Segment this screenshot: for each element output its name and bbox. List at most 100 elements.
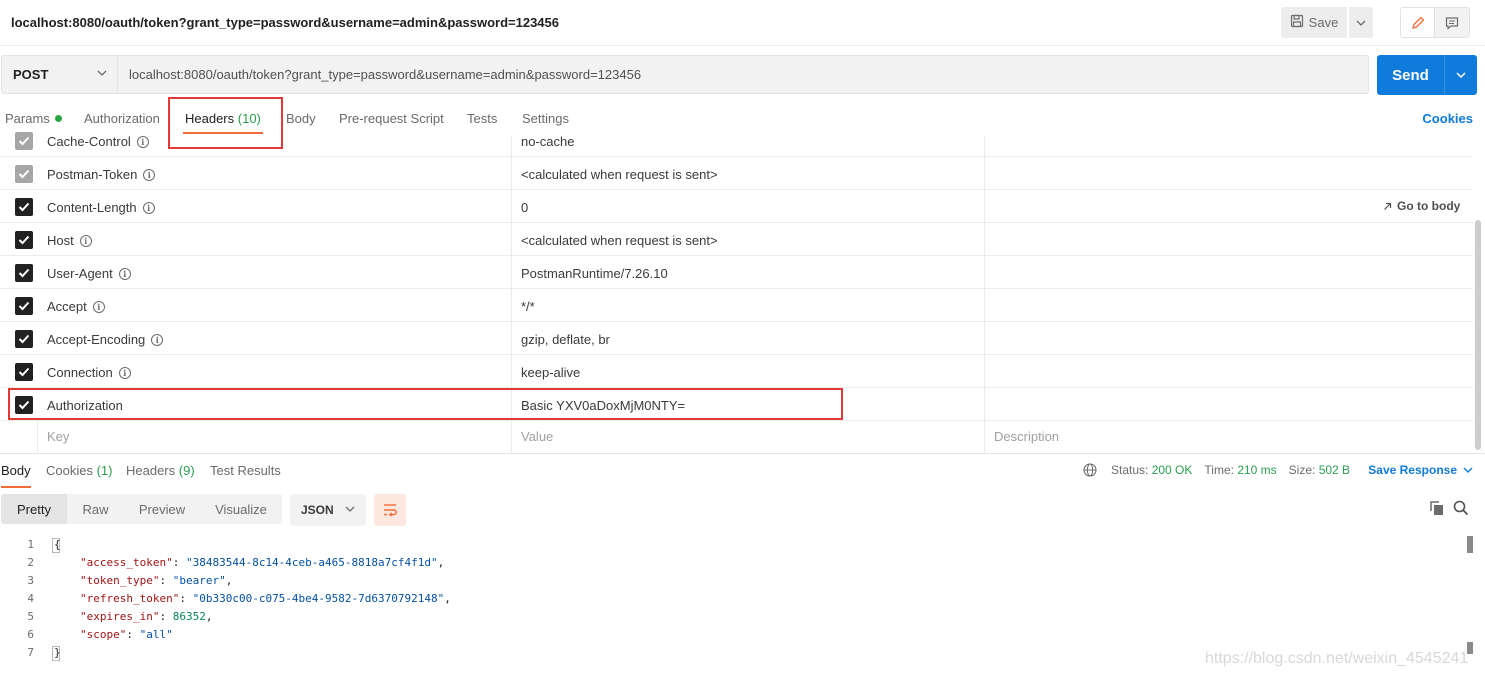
chevron-down-icon: [97, 70, 107, 76]
comments-button[interactable]: [1435, 8, 1469, 37]
tab-authorization[interactable]: Authorization: [84, 111, 160, 126]
response-tab-headers-label: Headers: [126, 463, 176, 478]
response-view-tabs: Pretty Raw Preview Visualize: [1, 494, 282, 524]
comment-icon: [1445, 16, 1459, 30]
row-checkbox[interactable]: [15, 264, 33, 282]
watermark: https://blog.csdn.net/weixin_4545241: [1205, 650, 1469, 667]
tab-params-label: Params: [5, 111, 50, 126]
response-tab-body[interactable]: Body: [1, 463, 31, 488]
header-key-text: Cache-Control: [47, 134, 131, 149]
row-checkbox[interactable]: [15, 297, 33, 315]
headers-scrollbar[interactable]: [1475, 220, 1481, 450]
header-value: <calculated when request is sent>: [521, 167, 718, 182]
request-title[interactable]: localhost:8080/oauth/token?grant_type=pa…: [11, 15, 559, 30]
save-options-button[interactable]: [1349, 7, 1373, 38]
tab-body[interactable]: Body: [286, 111, 316, 126]
row-checkbox[interactable]: [15, 363, 33, 381]
header-key-text: Content-Length: [47, 200, 137, 215]
table-row: User-Agent i PostmanRuntime/7.26.10: [0, 256, 1473, 289]
header-key-text: Host: [47, 233, 74, 248]
column-divider: [984, 135, 985, 453]
view-mode-group: [1400, 7, 1470, 38]
size-item[interactable]: Size: 502 B: [1289, 463, 1350, 477]
size-value: 502 B: [1318, 463, 1351, 477]
copy-icon[interactable]: [1429, 500, 1445, 519]
status-value: 200 OK: [1151, 463, 1193, 477]
row-checkbox[interactable]: [15, 231, 33, 249]
new-value-input[interactable]: Value: [521, 429, 553, 444]
line-number: 4: [27, 592, 34, 605]
send-button[interactable]: Send: [1377, 55, 1444, 95]
info-icon[interactable]: i: [151, 333, 164, 346]
row-checkbox[interactable]: [15, 330, 33, 348]
cookies-link[interactable]: Cookies: [1422, 111, 1473, 126]
info-icon[interactable]: i: [118, 366, 131, 379]
table-row: Accept-Encoding i gzip, deflate, br: [0, 322, 1473, 355]
table-row: Content-Length i 0: [0, 190, 1473, 223]
tab-prerequest-script[interactable]: Pre-request Script: [339, 111, 444, 126]
header-key: Content-Length i: [47, 200, 155, 215]
info-icon[interactable]: i: [143, 168, 156, 181]
new-description-input[interactable]: Description: [994, 429, 1059, 444]
send-options-button[interactable]: [1444, 55, 1477, 95]
check-icon: [18, 301, 30, 311]
response-tab-test-results[interactable]: Test Results: [210, 463, 281, 478]
tab-tests[interactable]: Tests: [467, 111, 497, 126]
info-icon[interactable]: i: [136, 135, 149, 148]
code-line: 2 "access_token": "38483544-8c14-4ceb-a46…: [0, 554, 1465, 572]
tab-settings[interactable]: Settings: [522, 111, 569, 126]
time-item[interactable]: Time: 210 ms: [1204, 463, 1276, 477]
status-label: Status:: [1111, 463, 1149, 477]
wrap-lines-button[interactable]: [374, 494, 406, 526]
code-text: }: [54, 646, 61, 659]
json-key: "expires_in": [80, 610, 160, 623]
json-number: 86352: [172, 610, 206, 623]
status-item[interactable]: Status: 200 OK: [1111, 463, 1192, 477]
response-tab-cookies[interactable]: Cookies (1): [46, 463, 112, 478]
header-value: */*: [521, 299, 535, 314]
view-raw[interactable]: Raw: [67, 494, 124, 524]
view-pretty[interactable]: Pretty: [1, 494, 67, 524]
code-text: "expires_in": 86352,: [80, 610, 213, 623]
header-value: PostmanRuntime/7.26.10: [521, 266, 668, 281]
check-icon: [18, 169, 30, 179]
new-key-input[interactable]: Key: [47, 429, 69, 444]
info-icon[interactable]: i: [79, 234, 92, 247]
info-icon[interactable]: i: [118, 267, 131, 280]
headers-table: Cache-Control i no-cache Postman-Token i <…: [0, 132, 1473, 421]
header-key-text: User-Agent: [47, 266, 113, 281]
go-to-body-link[interactable]: Go to body: [1383, 199, 1460, 213]
response-tab-cookies-count: (1): [96, 463, 113, 478]
save-response-button[interactable]: Save Response: [1368, 463, 1473, 477]
save-group: Save: [1281, 7, 1373, 38]
view-visualize[interactable]: Visualize: [200, 494, 282, 524]
response-body-code[interactable]: 1{ 2 "access_token": "38483544-8c14-4ceb-…: [0, 536, 1465, 662]
save-button[interactable]: Save: [1281, 7, 1347, 38]
header-key-text: Accept: [47, 299, 87, 314]
code-line: 1{: [0, 536, 1465, 554]
response-tab-headers[interactable]: Headers (9): [126, 463, 195, 478]
response-status: Status: 200 OK Time: 210 ms Size: 502 B: [1083, 463, 1350, 477]
search-icon[interactable]: [1453, 500, 1469, 519]
tab-params[interactable]: Params: [5, 111, 62, 126]
row-checkbox[interactable]: [15, 132, 33, 150]
view-preview[interactable]: Preview: [124, 494, 200, 524]
check-icon: [18, 136, 30, 146]
title-bar: localhost:8080/oauth/token?grant_type=pa…: [0, 0, 1485, 46]
header-value: <calculated when request is sent>: [521, 233, 718, 248]
info-icon[interactable]: i: [92, 300, 105, 313]
table-row: Postman-Token i <calculated when request …: [0, 157, 1473, 190]
edit-button[interactable]: [1401, 8, 1435, 37]
line-number: 1: [27, 538, 34, 551]
info-icon[interactable]: i: [142, 201, 155, 214]
code-scrollbar[interactable]: [1467, 536, 1473, 553]
row-checkbox[interactable]: [15, 165, 33, 183]
check-icon: [18, 235, 30, 245]
url-input[interactable]: localhost:8080/oauth/token?grant_type=pa…: [129, 67, 641, 82]
row-checkbox[interactable]: [15, 198, 33, 216]
code-text: "access_token": "38483544-8c14-4ceb-a465…: [80, 556, 445, 569]
format-select[interactable]: JSON: [290, 494, 366, 526]
highlight-box-authorization-row: [8, 388, 843, 420]
header-key-text: Postman-Token: [47, 167, 138, 182]
method-select[interactable]: POST: [2, 56, 118, 93]
